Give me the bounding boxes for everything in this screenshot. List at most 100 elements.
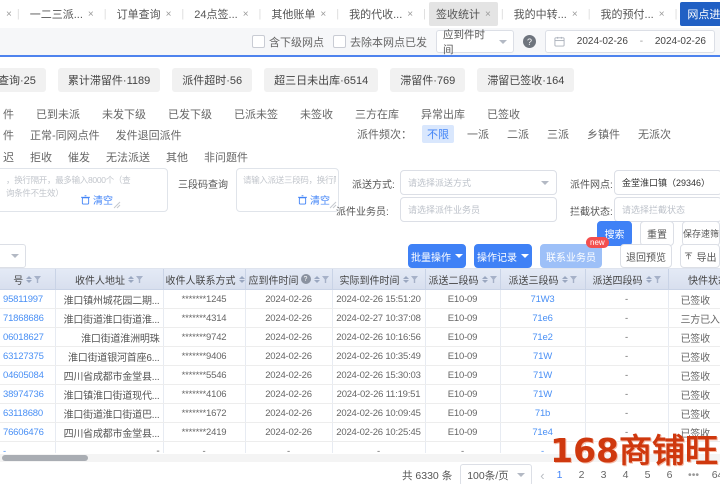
cell-link[interactable]: 63127375: [0, 347, 55, 366]
tab-close-icon[interactable]: ×: [407, 9, 413, 20]
date-to[interactable]: 2024-02-26: [655, 36, 706, 47]
tab-close-icon[interactable]: ×: [659, 9, 665, 20]
exclude-sent-checkbox[interactable]: 去除本网点已发: [333, 34, 427, 50]
problem-filter-item[interactable]: 无法派送: [106, 149, 150, 165]
freq-option-乡镇件[interactable]: 乡镇件: [582, 125, 625, 143]
sort-icon[interactable]: [314, 276, 320, 283]
resize-handle-icon[interactable]: [113, 201, 121, 209]
freq-option-二派[interactable]: 二派: [502, 125, 534, 143]
return-preview-button[interactable]: 退回预览: [620, 244, 672, 268]
help-icon[interactable]: ?: [301, 274, 311, 284]
tab-网点进港[interactable]: 网点进港...×: [680, 2, 720, 26]
tab-订单查询[interactable]: 订单查询×: [110, 2, 179, 26]
type-filter-item[interactable]: 正常-同网点件: [30, 127, 100, 143]
filter-funnel-icon[interactable]: [654, 276, 661, 283]
status-filter-item[interactable]: 已到未派: [36, 106, 80, 122]
cell-link[interactable]: 71W: [500, 366, 585, 385]
tab-close-icon[interactable]: ×: [88, 9, 94, 20]
stat-badge[interactable]: 派件超时·56: [172, 68, 252, 92]
problem-filter-item[interactable]: 催发: [68, 149, 90, 165]
problem-filter-item[interactable]: 其他: [166, 149, 188, 165]
status-filter-item[interactable]: 已派未签: [234, 106, 278, 122]
cell-link[interactable]: 71W: [500, 347, 585, 366]
tab-close-icon[interactable]: ×: [320, 9, 326, 20]
row-select-stub[interactable]: [0, 244, 26, 268]
tab-我的代收[interactable]: 我的代收...×: [342, 2, 420, 26]
tab-我的预付[interactable]: 我的预付...×: [594, 2, 672, 26]
stat-badge[interactable]: 滞留已签收·164: [477, 68, 574, 92]
col-header-2[interactable]: 收件人联系方式: [163, 269, 245, 290]
sort-icon[interactable]: [646, 276, 652, 283]
tab-close-icon[interactable]: ×: [572, 9, 578, 20]
cell-link[interactable]: 38974736: [0, 385, 55, 404]
tab-close-icon[interactable]: ×: [166, 9, 172, 20]
col-header-5[interactable]: 派送二段码: [425, 269, 500, 290]
clear-segment-button[interactable]: 清空: [298, 192, 330, 207]
checkbox-icon[interactable]: [252, 35, 265, 48]
filter-funnel-icon[interactable]: [136, 276, 143, 283]
tab-24点签[interactable]: 24点签...×: [187, 2, 255, 26]
col-header-6[interactable]: 派送三段码: [500, 269, 585, 290]
cell-link[interactable]: 76606476: [0, 423, 55, 442]
date-from[interactable]: 2024-02-26: [577, 36, 628, 47]
filter-funnel-icon[interactable]: [570, 276, 577, 283]
cell-link[interactable]: 63118680: [0, 404, 55, 423]
export-button[interactable]: 导出: [680, 244, 720, 268]
delivery-method-select[interactable]: 请选择派送方式: [400, 170, 557, 195]
stat-badge[interactable]: 超三日未出库·6514: [264, 68, 378, 92]
save-filter-button[interactable]: 保存速筛: [682, 221, 720, 246]
col-header-1[interactable]: 收件人地址: [55, 269, 163, 290]
cell-link[interactable]: 71W3: [500, 290, 585, 309]
cell-link[interactable]: 06018627: [0, 328, 55, 347]
freq-option-一派[interactable]: 一派: [462, 125, 494, 143]
cell-link[interactable]: 71868686: [0, 309, 55, 328]
stat-badge[interactable]: 累计滞留件·1189: [58, 68, 160, 92]
sort-icon[interactable]: [562, 276, 568, 283]
date-range-picker[interactable]: 2024-02-26 - 2024-02-26: [545, 30, 715, 53]
batch-actions-button[interactable]: 批量操作: [408, 244, 466, 268]
waybill-input-area[interactable]: ，换行隔开，最多输入8000个（查 询条件不生效） 清空: [0, 168, 168, 212]
col-header-7[interactable]: 派送四段码: [585, 269, 668, 290]
type-filter-item[interactable]: 件: [3, 127, 14, 143]
sort-icon[interactable]: [482, 276, 488, 283]
include-sub-sites-checkbox[interactable]: 含下级网点: [252, 34, 324, 50]
tab-close-icon[interactable]: ×: [485, 9, 491, 20]
scrollbar-thumb[interactable]: [2, 455, 88, 461]
help-icon[interactable]: ?: [523, 35, 536, 48]
col-header-0[interactable]: 号: [0, 269, 55, 290]
sort-icon[interactable]: [403, 276, 409, 283]
time-type-select[interactable]: 应到件时间: [436, 30, 514, 53]
freq-option-无派次[interactable]: 无派次: [633, 125, 676, 143]
tab-我的中转[interactable]: 我的中转...×: [507, 2, 585, 26]
segment-input-area[interactable]: 请输入派送三段码，换行隔开 清空: [236, 168, 339, 212]
clear-waybill-button[interactable]: 清空: [81, 192, 113, 207]
cell-link[interactable]: 71e2: [500, 328, 585, 347]
stat-badge[interactable]: 滞留件·769: [390, 68, 465, 92]
intercept-status-select[interactable]: 请选择拦截状态: [614, 197, 720, 222]
filter-funnel-icon[interactable]: [490, 276, 497, 283]
cell-link[interactable]: 71e6: [500, 309, 585, 328]
status-filter-item[interactable]: 三方在库: [355, 106, 399, 122]
tab-签收统计[interactable]: 签收统计×: [429, 2, 498, 26]
courier-select[interactable]: 请选择派件业务员: [400, 197, 557, 222]
checkbox-icon[interactable]: [333, 35, 346, 48]
sort-icon[interactable]: [239, 276, 245, 283]
filter-funnel-icon[interactable]: [411, 276, 418, 283]
cell-link[interactable]: 71W: [500, 385, 585, 404]
sort-icon[interactable]: [26, 276, 32, 283]
reset-button[interactable]: 重置: [640, 221, 674, 246]
stat-badge[interactable]: 查询·25: [0, 68, 46, 92]
freq-option-不限[interactable]: 不限: [422, 125, 454, 143]
cell-link[interactable]: 04605084: [0, 366, 55, 385]
page-size-select[interactable]: 100条/页: [460, 464, 532, 484]
sort-icon[interactable]: [128, 276, 134, 283]
tab-一二三派[interactable]: 一二三派...×: [23, 2, 101, 26]
filter-funnel-icon[interactable]: [34, 276, 41, 283]
tab-close-icon[interactable]: ×: [243, 9, 249, 20]
tab-close-icon[interactable]: ×: [6, 9, 12, 20]
status-filter-item[interactable]: 已发下级: [168, 106, 212, 122]
prev-page-button[interactable]: ‹: [540, 468, 544, 483]
col-header-4[interactable]: 实际到件时间: [332, 269, 425, 290]
site-input[interactable]: 金堂淮口镇（29346）: [614, 170, 720, 195]
filter-funnel-icon[interactable]: [322, 276, 329, 283]
